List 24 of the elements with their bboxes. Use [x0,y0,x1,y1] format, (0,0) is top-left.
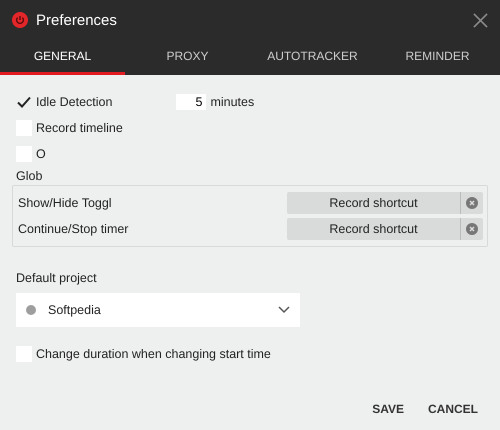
clear-icon[interactable] [466,223,478,235]
close-icon[interactable] [473,12,488,28]
checkbox[interactable] [16,94,32,110]
tab[interactable]: GENERAL [0,40,125,75]
checkbox-label: O [36,147,46,161]
minutes-field[interactable]: 5 [176,94,206,110]
clear-icon[interactable] [466,197,478,209]
dialog-button[interactable]: CANCEL [422,398,484,420]
field-label: Default project [16,271,98,285]
project-dropdown[interactable]: Softpedia [16,293,300,327]
tab[interactable]: AUTOTRACKER [250,40,375,75]
dialog-button[interactable]: SAVE [366,398,410,420]
tab[interactable]: REMINDER [375,40,500,75]
chevron-down-icon [278,306,290,314]
checkbox-label: Idle Detection [36,95,112,109]
tab[interactable]: PROXY [125,40,250,75]
shortcut-label: Continue/Stop timer [18,222,128,236]
window-title: Preferences [36,12,118,28]
checkbox-label: Record timeline [36,121,123,135]
checkbox-label: Change duration when changing start time [36,347,271,361]
minutes-label: minutes [210,95,254,109]
shortcut-label: Show/Hide Toggl [18,196,112,210]
power-icon [12,12,28,28]
section-heading: Glob [16,168,44,185]
